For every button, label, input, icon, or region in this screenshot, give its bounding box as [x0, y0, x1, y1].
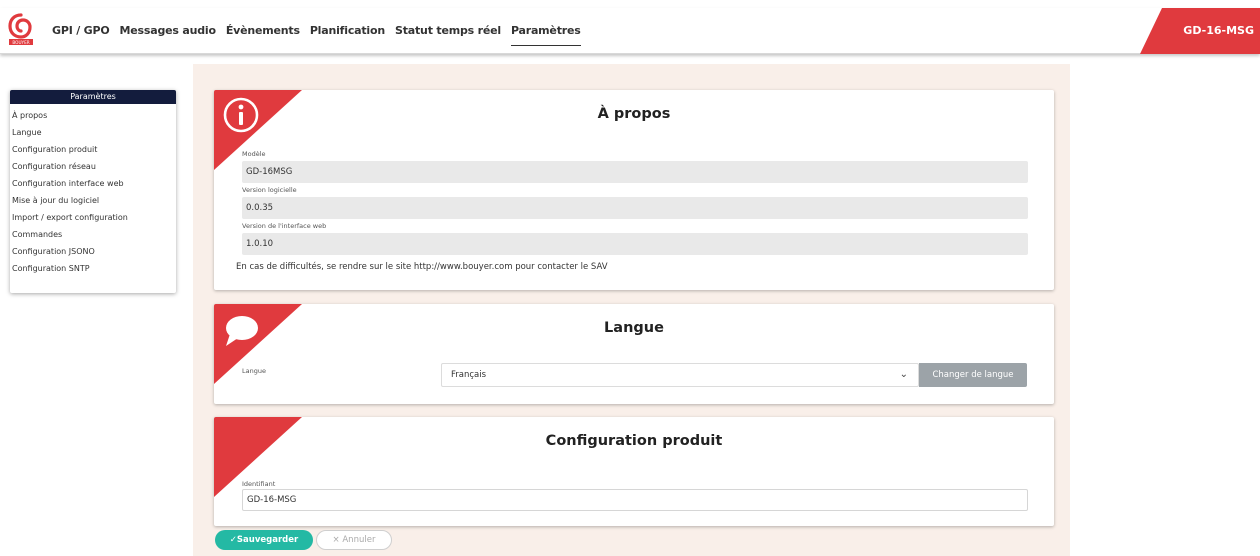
nav-statut-temps-reel[interactable]: Statut temps réel	[395, 8, 501, 54]
language-selected-value: Français	[451, 370, 487, 380]
cancel-button[interactable]: × Annuler	[316, 530, 392, 550]
software-version-value: 0.0.35	[242, 197, 1028, 219]
nav-parametres[interactable]: Paramètres	[510, 8, 581, 54]
language-card: Langue Langue Français ⌄ Changer de lang…	[214, 304, 1054, 404]
save-button[interactable]: ✓Sauvegarder	[215, 530, 313, 550]
sidebar-item-configuration-jsono[interactable]: Configuration JSONO	[10, 243, 176, 260]
sidebar-title: Paramètres	[10, 90, 176, 104]
sidebar-item-configuration-reseau[interactable]: Configuration réseau	[10, 158, 176, 175]
sidebar-item-mise-a-jour-logiciel[interactable]: Mise à jour du logiciel	[10, 192, 176, 209]
about-card: À propos Modèle GD-16MSG Version logicie…	[214, 90, 1054, 290]
software-version-label: Version logicielle	[242, 186, 297, 194]
product-config-card: Configuration produit Identifiant GD-16-…	[214, 417, 1054, 526]
chevron-down-icon: ⌄	[899, 369, 908, 380]
bouyer-logo[interactable]: BOUYER	[8, 12, 34, 46]
device-name: GD-16-MSG	[1183, 24, 1254, 37]
change-language-button[interactable]: Changer de langue	[919, 363, 1027, 387]
language-title: Langue	[604, 320, 664, 336]
sidebar-list: À propos Langue Configuration produit Co…	[10, 104, 176, 277]
main-nav: GPI / GPO Messages audio Évènements Plan…	[52, 8, 591, 54]
about-title: À propos	[597, 106, 671, 122]
sidebar-item-commandes[interactable]: Commandes	[10, 226, 176, 243]
device-badge: GD-16-MSG	[1140, 8, 1260, 54]
identifier-input[interactable]: GD-16-MSG	[242, 489, 1028, 511]
model-label: Modèle	[242, 150, 266, 158]
web-interface-version-label: Version de l'interface web	[242, 222, 327, 230]
nav-planification[interactable]: Planification	[310, 8, 385, 54]
nav-gpi-gpo[interactable]: GPI / GPO	[52, 8, 110, 54]
web-interface-version-value: 1.0.10	[242, 233, 1028, 255]
sidebar-item-configuration-sntp[interactable]: Configuration SNTP	[10, 260, 176, 277]
nav-evenements[interactable]: Évènements	[226, 8, 300, 54]
settings-sidebar: Paramètres À propos Langue Configuration…	[10, 90, 176, 293]
support-note: En cas de difficultés, se rendre sur le …	[236, 262, 608, 272]
product-config-title: Configuration produit	[545, 433, 723, 449]
language-label: Langue	[242, 367, 266, 375]
sidebar-item-langue[interactable]: Langue	[10, 124, 176, 141]
svg-text:BOUYER: BOUYER	[12, 40, 29, 45]
nav-messages-audio[interactable]: Messages audio	[120, 8, 216, 54]
language-select[interactable]: Français ⌄	[441, 363, 919, 387]
identifier-label: Identifiant	[242, 480, 276, 488]
model-value: GD-16MSG	[242, 161, 1028, 183]
sidebar-item-configuration-interface-web[interactable]: Configuration interface web	[10, 175, 176, 192]
sidebar-item-import-export-configuration[interactable]: Import / export configuration	[10, 209, 176, 226]
sidebar-item-a-propos[interactable]: À propos	[10, 107, 176, 124]
sidebar-item-configuration-produit[interactable]: Configuration produit	[10, 141, 176, 158]
top-navigation-bar: BOUYER GPI / GPO Messages audio Évènemen…	[0, 8, 1260, 54]
